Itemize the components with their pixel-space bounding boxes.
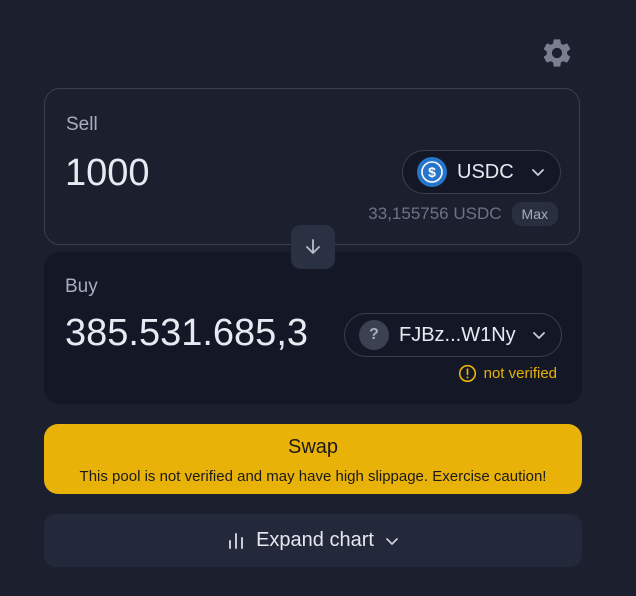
chevron-down-icon	[532, 169, 544, 176]
swap-direction-button[interactable]	[291, 225, 335, 269]
chevron-down-icon	[533, 332, 545, 339]
max-button[interactable]: Max	[511, 202, 558, 226]
warning-icon	[458, 364, 476, 383]
buy-amount: 385.531.685,3	[65, 312, 309, 354]
swap-button[interactable]: Swap This pool is not verified and may h…	[44, 424, 582, 494]
arrow-down-icon	[306, 239, 320, 254]
buy-token-selector[interactable]: ? FJBz...W1Ny	[344, 313, 562, 357]
buy-panel: Buy 385.531.685,3 ? FJBz...W1Ny not veri…	[44, 252, 582, 404]
gear-icon	[543, 39, 571, 67]
sell-token-symbol: USDC	[457, 160, 514, 183]
usdc-logo-icon: $	[417, 157, 447, 187]
not-verified-warning: not verified	[458, 364, 557, 383]
sell-amount-input[interactable]	[65, 149, 315, 197]
warning-text: not verified	[483, 365, 557, 382]
swap-warning-text: This pool is not verified and may have h…	[79, 468, 547, 485]
sell-panel: Sell $ USDC 33,155756 USDC Max	[44, 88, 580, 245]
settings-button[interactable]	[540, 36, 574, 70]
sell-token-selector[interactable]: $ USDC	[402, 150, 561, 194]
expand-chart-button[interactable]: Expand chart	[44, 514, 582, 567]
buy-token-symbol: FJBz...W1Ny	[399, 323, 516, 346]
svg-text:$: $	[428, 164, 436, 180]
sell-balance: 33,155756 USDC	[368, 204, 502, 223]
swap-label: Swap	[287, 436, 339, 458]
bar-chart-icon	[229, 532, 244, 549]
sell-balance-row: 33,155756 USDC Max	[368, 202, 558, 226]
buy-label: Buy	[65, 276, 98, 297]
unknown-token-icon: ?	[359, 320, 389, 350]
sell-label: Sell	[66, 114, 98, 135]
expand-chart-label: Expand chart	[256, 529, 374, 551]
chevron-down-icon	[386, 537, 398, 545]
